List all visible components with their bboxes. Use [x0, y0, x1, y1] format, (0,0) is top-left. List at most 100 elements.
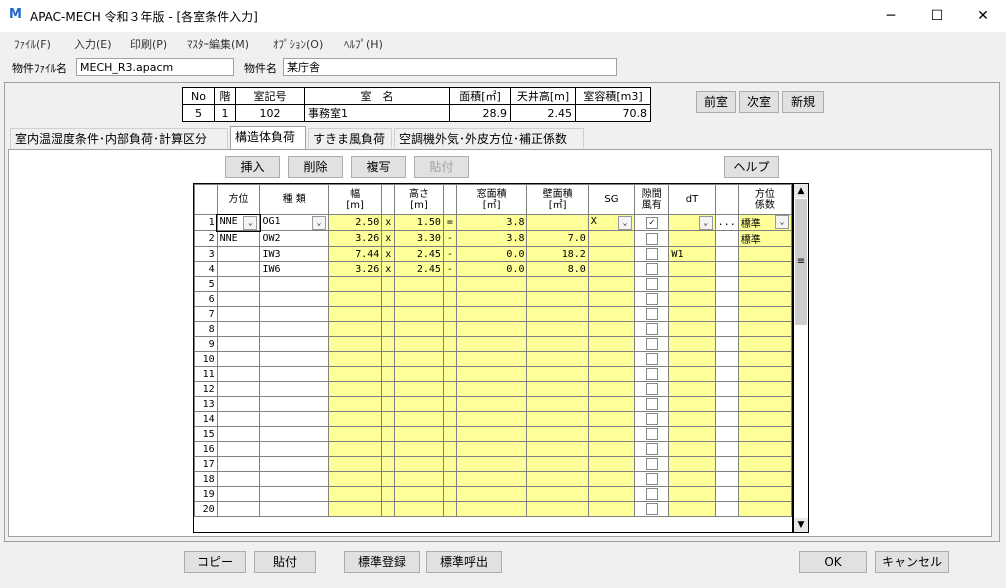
- direction-cell[interactable]: [216, 306, 261, 322]
- sg-cell[interactable]: [587, 501, 636, 517]
- dt-cell[interactable]: [668, 336, 716, 352]
- type-cell[interactable]: [259, 396, 329, 412]
- gap-wind-cell[interactable]: [634, 321, 670, 337]
- sg-cell[interactable]: [587, 426, 636, 442]
- dt-cell[interactable]: [668, 411, 716, 427]
- height-cell[interactable]: [394, 351, 444, 367]
- scroll-down-button[interactable]: ▼: [794, 518, 808, 532]
- height-cell[interactable]: [394, 441, 444, 457]
- table-row[interactable]: 16: [194, 441, 792, 457]
- wall-area-cell[interactable]: [526, 486, 589, 502]
- window-area-cell[interactable]: [455, 321, 528, 337]
- height-cell[interactable]: [394, 291, 444, 307]
- paste-row-button[interactable]: 貼付: [414, 156, 469, 178]
- sg-cell[interactable]: [587, 396, 636, 412]
- width-cell[interactable]: [327, 396, 383, 412]
- operator-cell[interactable]: [442, 471, 457, 487]
- cancel-button[interactable]: キャンセル: [875, 551, 949, 573]
- height-cell[interactable]: [394, 321, 444, 337]
- type-cell[interactable]: [259, 366, 329, 382]
- gap-wind-cell[interactable]: [634, 471, 670, 487]
- scroll-thumb[interactable]: ≡: [795, 199, 807, 325]
- wall-area-cell[interactable]: [526, 336, 589, 352]
- sg-cell[interactable]: [587, 336, 636, 352]
- sg-cell[interactable]: [587, 471, 636, 487]
- gap-wind-checkbox[interactable]: [645, 443, 658, 455]
- operator-cell[interactable]: [381, 411, 396, 427]
- ok-button[interactable]: OK: [799, 551, 867, 573]
- type-cell[interactable]: [259, 441, 329, 457]
- height-cell[interactable]: [394, 336, 444, 352]
- operator-cell[interactable]: [381, 441, 396, 457]
- new-room-button[interactable]: 新規: [782, 91, 824, 113]
- dt-cell[interactable]: ⌄: [668, 214, 716, 231]
- width-cell[interactable]: [327, 381, 383, 397]
- chevron-down-icon[interactable]: ⌄: [698, 215, 713, 230]
- dots-cell[interactable]: [714, 230, 739, 247]
- width-cell[interactable]: 3.26: [327, 230, 383, 247]
- insert-button[interactable]: 挿入: [225, 156, 280, 178]
- gap-wind-checkbox[interactable]: [645, 308, 658, 320]
- direction-coef-cell[interactable]: [737, 501, 792, 517]
- direction-coef-cell[interactable]: [737, 471, 792, 487]
- width-cell[interactable]: [327, 291, 383, 307]
- sg-cell[interactable]: [587, 486, 636, 502]
- table-row[interactable]: 7: [194, 306, 792, 322]
- gap-wind-checkbox[interactable]: [645, 338, 658, 350]
- gap-wind-checkbox[interactable]: [645, 383, 658, 395]
- sg-cell[interactable]: [587, 381, 636, 397]
- operator-cell[interactable]: -: [442, 230, 457, 247]
- wall-area-cell[interactable]: [526, 351, 589, 367]
- chevron-down-icon[interactable]: ⌄: [311, 215, 326, 230]
- wall-area-cell[interactable]: [526, 276, 589, 292]
- table-row[interactable]: 9: [194, 336, 792, 352]
- type-cell[interactable]: IW3: [259, 246, 329, 262]
- direction-coef-cell[interactable]: 標準 ⌄: [737, 214, 792, 231]
- window-area-cell[interactable]: [455, 366, 528, 382]
- direction-cell[interactable]: [216, 456, 261, 472]
- type-cell[interactable]: [259, 291, 329, 307]
- wall-area-cell[interactable]: [526, 456, 589, 472]
- wall-area-cell[interactable]: [526, 214, 589, 231]
- dots-cell[interactable]: [714, 501, 739, 517]
- dt-cell[interactable]: [668, 486, 716, 502]
- window-area-cell[interactable]: 0.0: [455, 246, 528, 262]
- type-cell[interactable]: [259, 276, 329, 292]
- type-cell[interactable]: [259, 351, 329, 367]
- direction-cell[interactable]: [216, 321, 261, 337]
- sg-cell[interactable]: [587, 351, 636, 367]
- height-cell[interactable]: [394, 411, 444, 427]
- next-room-button[interactable]: 次室: [739, 91, 779, 113]
- width-cell[interactable]: [327, 486, 383, 502]
- dots-cell[interactable]: [714, 351, 739, 367]
- wall-area-cell[interactable]: [526, 411, 589, 427]
- gap-wind-cell[interactable]: [634, 501, 670, 517]
- dt-cell[interactable]: [668, 306, 716, 322]
- table-row[interactable]: 10: [194, 351, 792, 367]
- table-row[interactable]: 2 NNE OW2 3.26 x 3.30- 3.8 7.0 標準: [194, 230, 792, 247]
- window-area-cell[interactable]: [455, 396, 528, 412]
- operator-cell[interactable]: [442, 276, 457, 292]
- table-row[interactable]: 8: [194, 321, 792, 337]
- table-row[interactable]: 6: [194, 291, 792, 307]
- wall-area-cell[interactable]: [526, 501, 589, 517]
- gap-wind-checkbox[interactable]: [645, 232, 658, 245]
- table-row[interactable]: 17: [194, 456, 792, 472]
- direction-cell[interactable]: [216, 441, 261, 457]
- window-area-cell[interactable]: [455, 291, 528, 307]
- table-row[interactable]: 14: [194, 411, 792, 427]
- operator-cell[interactable]: [442, 426, 457, 442]
- type-cell[interactable]: [259, 426, 329, 442]
- wall-area-cell[interactable]: [526, 441, 589, 457]
- dt-cell[interactable]: [668, 456, 716, 472]
- direction-cell[interactable]: [216, 426, 261, 442]
- dt-cell[interactable]: [668, 381, 716, 397]
- width-cell[interactable]: [327, 351, 383, 367]
- window-area-cell[interactable]: [455, 471, 528, 487]
- direction-cell[interactable]: [216, 261, 261, 277]
- height-cell[interactable]: [394, 381, 444, 397]
- sg-cell[interactable]: [587, 366, 636, 382]
- direction-coef-cell[interactable]: [737, 336, 792, 352]
- height-cell[interactable]: [394, 501, 444, 517]
- operator-cell[interactable]: [381, 381, 396, 397]
